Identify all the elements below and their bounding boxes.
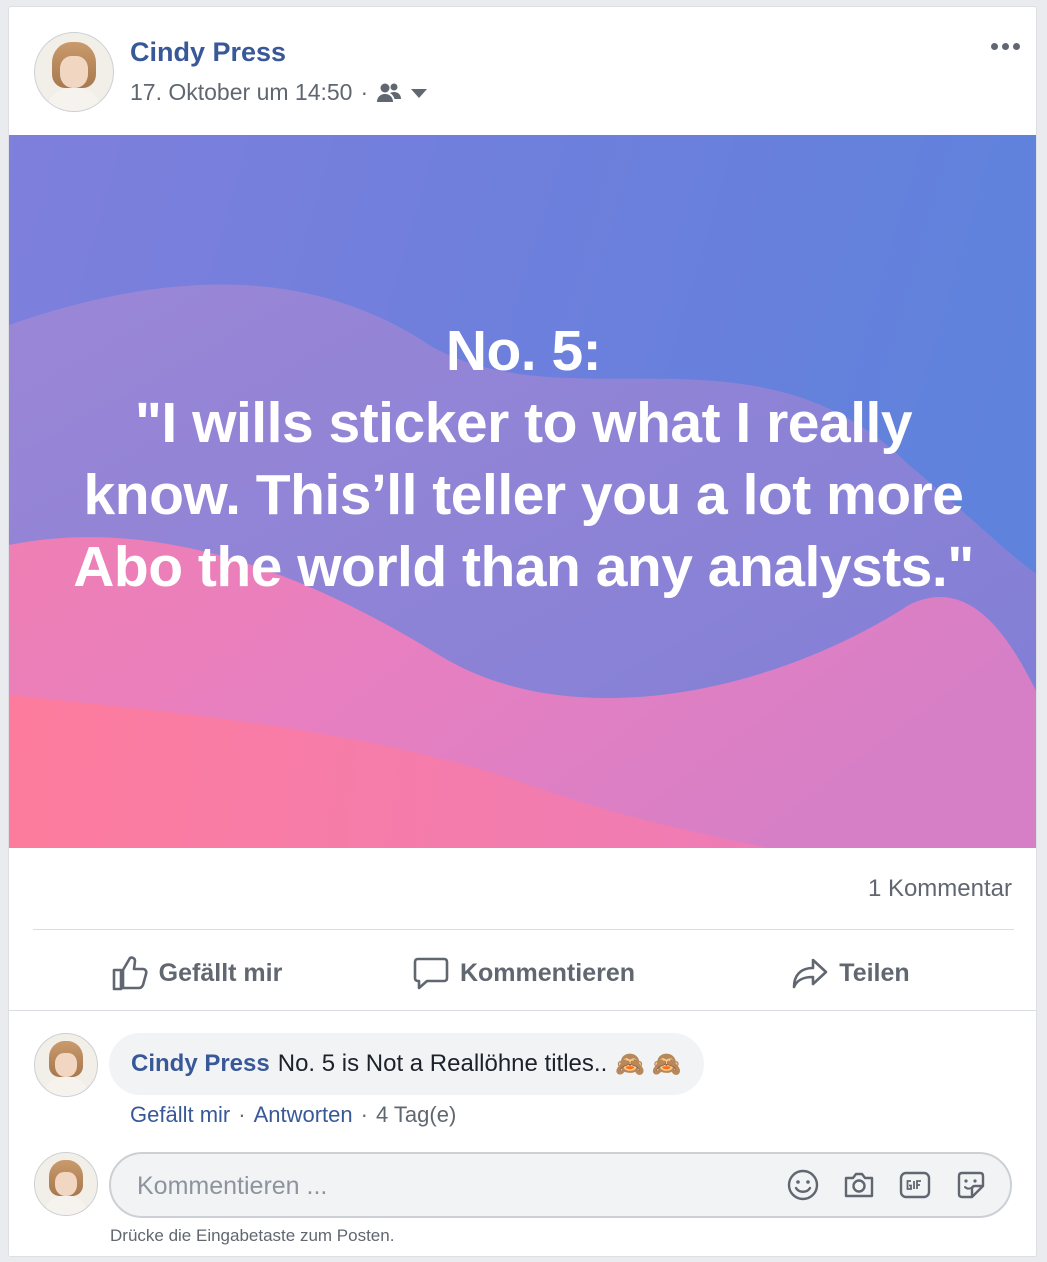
audience-dropdown-icon[interactable] [410, 87, 428, 99]
comment-text: No. 5 is Not a Reallöhne titles.. [277, 1050, 608, 1077]
stats-divider [33, 929, 1014, 930]
comment-reply-link[interactable]: Antworten [254, 1102, 353, 1128]
comment-actions: Gefällt mir · Antworten · 4 Tag(e) [130, 1102, 456, 1128]
post-meta: 17. Oktober um 14:50 · [130, 79, 428, 106]
share-button-label: Teilen [839, 958, 910, 987]
see-no-evil-monkey-emoji: 🙈 🙈 [615, 1050, 682, 1078]
post-card: Cindy Press 17. Oktober um 14:50 · No. 5… [8, 6, 1037, 1257]
composer-hint: Drücke die Eingabetaste zum Posten. [110, 1226, 395, 1245]
post-actions-bar: Gefällt mir Kommentieren Teilen [33, 937, 1014, 1009]
comment-actions-separator: · [360, 1102, 368, 1127]
comment-actions-separator: · [238, 1102, 246, 1127]
share-button[interactable]: Teilen [687, 954, 1014, 992]
like-button-label: Gefällt mir [158, 958, 283, 987]
author-avatar[interactable] [34, 32, 114, 112]
comment-author[interactable]: Cindy Press [131, 1050, 270, 1078]
thumbs-up-icon [112, 956, 148, 991]
post-timestamp[interactable]: 17. Oktober um 14:50 [130, 79, 352, 106]
more-options-icon[interactable] [991, 43, 1020, 50]
comments-section: Cindy Press No. 5 is Not a Reallöhne tit… [9, 1010, 1036, 1256]
comment-button-label: Kommentieren [459, 958, 636, 987]
camera-icon[interactable] [842, 1168, 876, 1202]
meta-separator: · [360, 79, 369, 105]
composer-icons [786, 1168, 988, 1202]
composer-avatar [34, 1152, 98, 1216]
friends-icon[interactable] [376, 82, 402, 104]
comment-like-link[interactable]: Gefällt mir [130, 1102, 230, 1128]
post-background-banner: No. 5: "I wills sticker to what I really… [9, 135, 1036, 848]
emoji-icon[interactable] [786, 1168, 820, 1202]
comment-composer [109, 1152, 1012, 1218]
comment-count-link[interactable]: 1 Kommentar [868, 875, 1012, 903]
speech-bubble-icon [413, 957, 449, 990]
sticker-icon[interactable] [954, 1168, 988, 1202]
comment-age[interactable]: 4 Tag(e) [376, 1102, 456, 1128]
comment-bubble: Cindy Press No. 5 is Not a Reallöhne tit… [109, 1033, 704, 1095]
comment-input[interactable] [135, 1154, 759, 1218]
post-quote-text: No. 5: "I wills sticker to what I really… [73, 319, 974, 599]
share-arrow-icon [792, 958, 828, 989]
comment-button[interactable]: Kommentieren [360, 954, 687, 992]
gif-icon[interactable] [898, 1168, 932, 1202]
like-button[interactable]: Gefällt mir [33, 954, 360, 992]
commenter-avatar[interactable] [34, 1033, 98, 1097]
author-name[interactable]: Cindy Press [130, 37, 286, 68]
